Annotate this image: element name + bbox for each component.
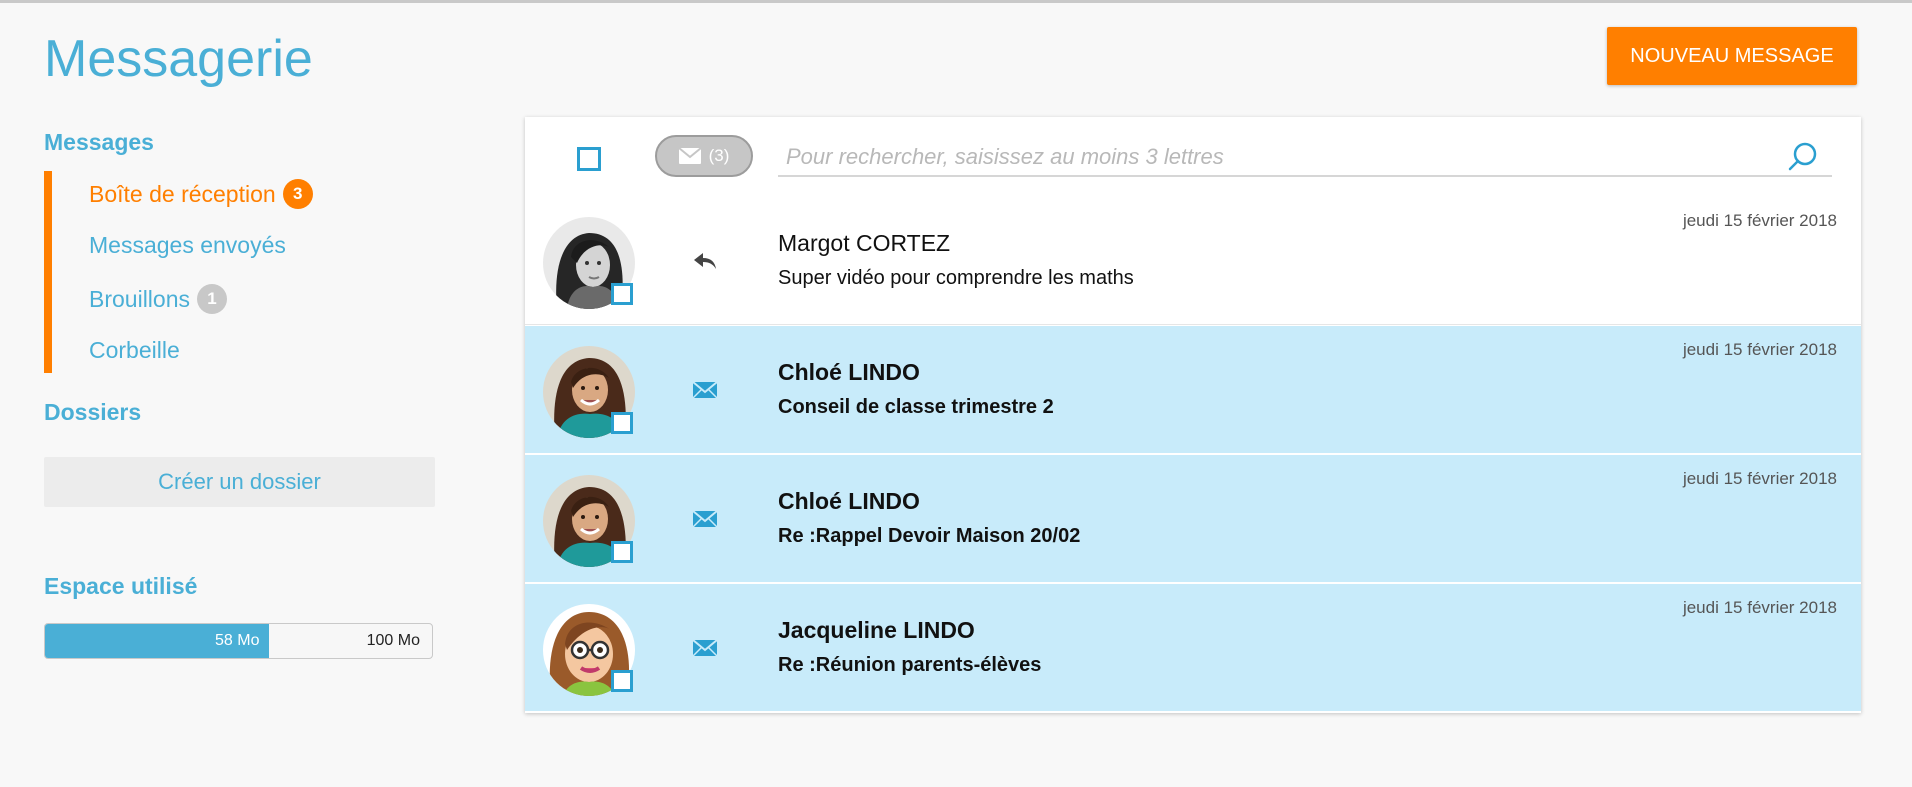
new-message-button[interactable]: NOUVEAU MESSAGE [1607,27,1857,85]
search-icon[interactable] [1785,139,1821,175]
messages-section-title: Messages [44,129,154,155]
storage-total-label: 100 Mo [366,632,420,649]
sidebar-item-label: Boîte de réception [89,180,276,207]
message-select-checkbox[interactable] [611,412,633,434]
unread-filter-count: (3) [708,146,730,165]
message-subject: Conseil de classe trimestre 2 [778,396,1054,418]
reply-icon [691,247,719,275]
message-row[interactable]: Jacqueline LINDO Re :Réunion parents-élèv… [525,584,1861,712]
envelope-icon [691,505,719,533]
message-sender: Margot CORTEZ [778,230,951,256]
storage-section-title: Espace utilisé [44,573,198,599]
message-date: jeudi 15 février 2018 [1682,469,1837,488]
sidebar-item-trash[interactable]: Corbeille [89,337,180,364]
message-select-checkbox[interactable] [611,670,633,692]
sidebar-item-label: Corbeille [89,337,180,363]
sidebar-item-sent[interactable]: Messages envoyés [89,232,286,259]
page-title: Messagerie [44,30,313,88]
message-date: jeudi 15 février 2018 [1682,211,1837,230]
folders-section-title: Dossiers [44,399,142,425]
message-sender: Jacqueline LINDO [778,617,975,643]
message-subject: Re :Réunion parents-élèves [778,654,1042,676]
message-toolbar: (3) [525,117,1861,198]
message-row[interactable]: Chloé LINDO Re :Rappel Devoir Maison 20/0… [525,455,1861,583]
storage-usage-bar: 58 Mo 100 Mo [44,623,433,659]
sidebar-item-inbox[interactable]: Boîte de réception 3 [89,179,313,209]
message-date: jeudi 15 février 2018 [1682,340,1837,359]
envelope-icon [678,148,701,164]
storage-used-label: 58 Mo [215,632,260,649]
message-date: jeudi 15 février 2018 [1682,598,1837,617]
message-row[interactable]: Chloé LINDO Conseil de classe trimestre 2… [525,326,1861,454]
message-subject: Re :Rappel Devoir Maison 20/02 [778,525,1081,547]
sidebar-item-label: Messages envoyés [89,232,286,258]
sidebar-item-label: Brouillons [89,285,190,312]
message-list-panel: (3) Margot CORTEZ Super vidéo pour compre… [525,117,1861,713]
drafts-count-badge: 1 [197,284,227,314]
select-all-checkbox[interactable] [577,147,601,171]
mailbox-nav: Boîte de réception 3 Messages envoyés Br… [44,171,424,373]
envelope-icon [691,376,719,404]
message-subject: Super vidéo pour comprendre les maths [778,267,1134,289]
message-select-checkbox[interactable] [611,541,633,563]
search-input[interactable] [778,139,1832,177]
envelope-icon [691,634,719,662]
message-row[interactable]: Margot CORTEZ Super vidéo pour comprendre… [525,197,1861,325]
message-sender: Chloé LINDO [778,488,920,514]
message-select-checkbox[interactable] [611,283,633,305]
create-folder-button[interactable]: Créer un dossier [44,457,435,507]
sidebar-item-drafts[interactable]: Brouillons 1 [89,284,227,314]
unread-filter-button[interactable]: (3) [655,135,753,177]
unread-count-badge: 3 [282,179,313,209]
message-sender: Chloé LINDO [778,359,920,385]
